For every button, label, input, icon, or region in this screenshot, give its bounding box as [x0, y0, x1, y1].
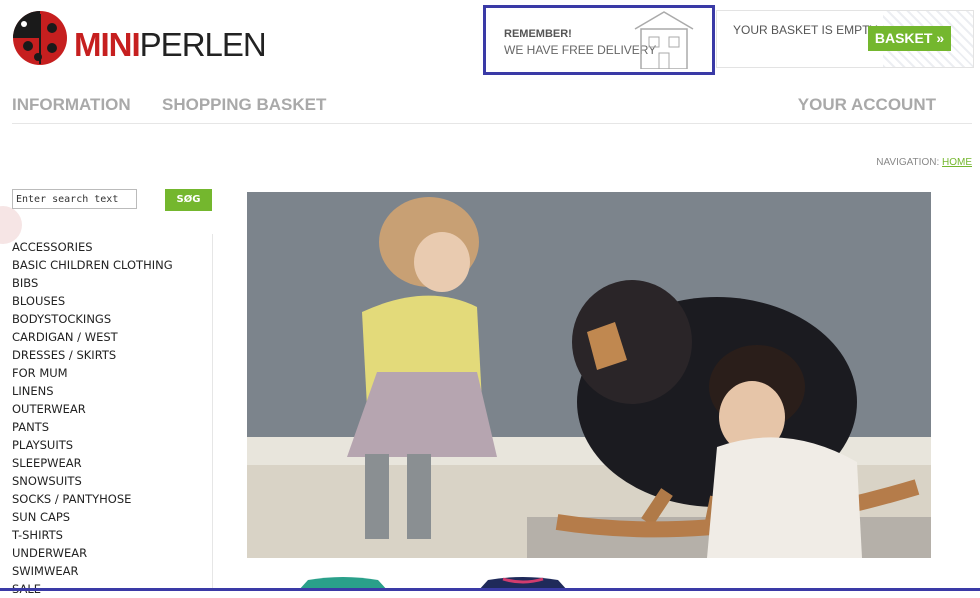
nav-information[interactable]: INFORMATION [12, 95, 131, 115]
category-item[interactable]: FOR MUM [12, 364, 173, 382]
category-list: ACCESSORIES BASIC CHILDREN CLOTHING BIBS… [12, 238, 173, 598]
category-item[interactable]: BASIC CHILDREN CLOTHING [12, 256, 173, 274]
category-item[interactable]: SNOWSUITS [12, 472, 173, 490]
category-item[interactable]: SOCKS / PANTYHOSE [12, 490, 173, 508]
brand-part-1: MINI [74, 26, 141, 63]
hero-image[interactable] [247, 192, 931, 558]
search-button[interactable]: SØG [165, 189, 212, 211]
basket-status: YOUR BASKET IS EMPTY [733, 23, 878, 37]
category-item[interactable]: SUN CAPS [12, 508, 173, 526]
hero-illustration [247, 192, 931, 558]
breadcrumb: NAVIGATION: HOME [876, 157, 972, 168]
nav-divider [12, 123, 972, 124]
category-item[interactable]: SWIMWEAR [12, 562, 173, 580]
site-logo[interactable]: MINIPERLEN [12, 10, 267, 70]
brand-part-2: PERLEN [139, 26, 267, 63]
category-item[interactable]: T-SHIRTS [12, 526, 173, 544]
nav-your-account[interactable]: YOUR ACCOUNT [798, 95, 936, 115]
category-item[interactable]: OUTERWEAR [12, 400, 173, 418]
house-icon [634, 11, 694, 69]
category-item[interactable]: PANTS [12, 418, 173, 436]
category-item[interactable]: BODYSTOCKINGS [12, 310, 173, 328]
free-delivery-banner[interactable]: REMEMBER! WE HAVE FREE DELIVERY [483, 5, 715, 75]
category-item[interactable]: BLOUSES [12, 292, 173, 310]
category-item[interactable]: PLAYSUITS [12, 436, 173, 454]
nav-shopping-basket[interactable]: SHOPPING BASKET [162, 95, 326, 115]
ladybug-icon [13, 11, 67, 65]
category-item[interactable]: CARDIGAN / WEST [12, 328, 173, 346]
category-item[interactable]: UNDERWEAR [12, 544, 173, 562]
breadcrumb-home[interactable]: HOME [942, 157, 972, 168]
basket-button[interactable]: BASKET » [868, 26, 951, 51]
search-input[interactable] [12, 189, 137, 209]
basket-panel: YOUR BASKET IS EMPTY BASKET » [716, 10, 974, 68]
category-item[interactable]: ACCESSORIES [12, 238, 173, 256]
promo-title: REMEMBER! [504, 28, 572, 40]
category-item[interactable]: LINENS [12, 382, 173, 400]
breadcrumb-prefix: NAVIGATION: [876, 157, 940, 168]
brand-name: MINIPERLEN [74, 26, 267, 63]
sidebar-divider [212, 234, 213, 591]
category-item[interactable]: BIBS [12, 274, 173, 292]
category-item[interactable]: SLEEPWEAR [12, 454, 173, 472]
category-item[interactable]: DRESSES / SKIRTS [12, 346, 173, 364]
